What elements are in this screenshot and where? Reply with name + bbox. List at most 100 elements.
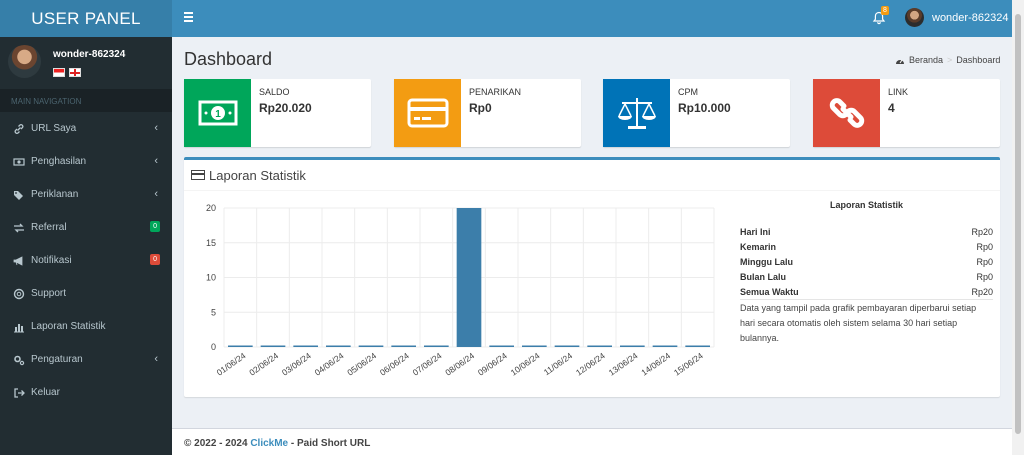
stats-label: Semua Waktu [740,287,799,297]
sidebar-item-periklanan[interactable]: Periklanan ‹ [0,178,172,211]
stats-row: Minggu Lalu Rp0 [740,255,993,270]
sidebar-item-laporan-statistik[interactable]: Laporan Statistik [0,310,172,343]
x-tick-label: 09/06/24 [476,350,509,377]
sidebar-item-label: Laporan Statistik [31,321,106,332]
flag-en-icon[interactable] [69,68,81,77]
breadcrumb-home[interactable]: Beranda [909,55,943,65]
stats-label: Minggu Lalu [740,257,793,267]
flag-id-icon[interactable] [53,68,65,77]
x-tick-label: 06/06/24 [378,350,411,377]
sidebar-item-pengaturan[interactable]: Pengaturan ‹ [0,343,172,376]
chart-bar [424,345,449,347]
x-tick-label: 11/06/24 [542,350,575,377]
y-tick-label: 5 [211,307,216,317]
x-tick-label: 12/06/24 [574,350,607,377]
bar-chart-icon [14,323,24,332]
dashboard-icon [896,59,904,64]
exchange-icon [14,223,24,232]
notification-badge: 8 [881,6,889,15]
stats-label: Kemarin [740,242,777,252]
info-label: SALDO [259,87,290,97]
x-tick-label: 10/06/24 [509,350,542,377]
footer: © 2022 - 2024 ClickMe - Paid Short URL [172,428,1012,455]
avatar [905,8,924,27]
sidebar-item-url-saya[interactable]: URL Saya ‹ [0,112,172,145]
x-tick-label: 01/06/24 [215,350,248,377]
svg-text:1: 1 [215,109,221,120]
sidebar-item-penghasilan[interactable]: Penghasilan ‹ [0,145,172,178]
y-tick-label: 20 [206,203,216,213]
info-label: PENARIKAN [469,87,522,97]
stats-panel: Laporan Statistik Hari Ini Rp20 Kemarin Rp0… [740,200,993,346]
chart-bar [293,345,318,347]
sidebar-item-label: Pengaturan [31,354,83,365]
stats-note: Data yang tampil pada grafik pembayaran … [740,303,977,343]
x-tick-label: 04/06/24 [313,350,346,377]
credit-card-icon [407,98,448,128]
chart-bar [326,345,351,347]
x-tick-label: 14/06/24 [639,350,672,377]
chevron-left-icon: ‹ [154,122,158,134]
x-tick-label: 15/06/24 [672,350,705,377]
info-box-cpm: CPM Rp10.000 [603,79,790,147]
sign-out-icon [14,387,25,398]
stats-row: Hari Ini Rp20 [740,225,993,240]
user-menu[interactable]: wonder-862324 [905,8,1008,27]
lifebuoy-icon [13,288,25,299]
info-value: 4 [888,101,895,115]
sidebar: wonder-862324 MAIN NAVIGATION URL Saya ‹ P… [0,37,172,455]
chart-bar [685,345,710,347]
x-tick-label: 07/06/24 [411,350,444,377]
app-logo[interactable]: USER PANEL [0,0,172,37]
info-value: Rp20.020 [259,101,312,115]
count-badge: 0 [150,221,160,232]
sidebar-username: wonder-862324 [53,49,126,60]
sidebar-item-support[interactable]: Support [0,277,172,310]
y-tick-label: 0 [211,342,216,352]
info-label: LINK [888,87,909,97]
info-box-link: LINK 4 [813,79,1000,147]
sidebar-item-referral[interactable]: Referral 0 [0,211,172,244]
scrollbar-thumb[interactable] [1015,14,1021,434]
cogs-icon [14,355,25,365]
chart-bar [260,345,286,347]
chain-link-icon [829,98,864,128]
link-icon [14,123,24,134]
info-icon-bg [813,79,880,147]
info-icon-bg [603,79,670,147]
sidebar-item-keluar[interactable]: Keluar [0,376,172,409]
breadcrumb: Beranda > Dashboard [895,55,1000,65]
x-tick-label: 13/06/24 [607,350,640,377]
sidebar-item-label: Penghasilan [31,156,87,167]
report-box-header: Laporan Statistik [184,160,1000,191]
stats-value: Rp0 [976,242,993,252]
info-label: CPM [678,87,698,97]
footer-copyright: © 2022 - 2024 [184,438,251,449]
money-icon [13,157,25,166]
page-title: Dashboard [184,49,273,69]
sidebar-toggle-icon[interactable] [184,12,195,24]
chart-bar [522,345,547,347]
count-badge: 0 [150,254,160,265]
nav-header: MAIN NAVIGATION [0,89,172,112]
stats-label: Bulan Lalu [740,272,787,282]
sidebar-item-label: Periklanan [31,189,79,200]
chart-bar [587,345,612,347]
user-avatar [8,45,41,78]
chart-bar [456,208,482,347]
x-tick-label: 03/06/24 [280,350,313,377]
sidebar-item-label: Notifikasi [31,255,72,266]
breadcrumb-separator: > [947,55,953,65]
chevron-left-icon: ‹ [154,353,158,365]
chevron-left-icon: ‹ [154,188,158,200]
sidebar-item-notifikasi[interactable]: Notifikasi 0 [0,244,172,277]
chevron-left-icon: ‹ [154,155,158,167]
footer-brand-link[interactable]: ClickMe [250,438,288,449]
breadcrumb-current: Dashboard [956,55,1001,65]
info-icon-bg [394,79,461,147]
stats-row: Bulan Lalu Rp0 [740,270,993,285]
chart-bar [652,345,678,347]
stats-value: Rp0 [976,272,993,282]
info-value: Rp10.000 [678,101,731,115]
top-navbar: 8 wonder-862324 [172,0,1012,37]
